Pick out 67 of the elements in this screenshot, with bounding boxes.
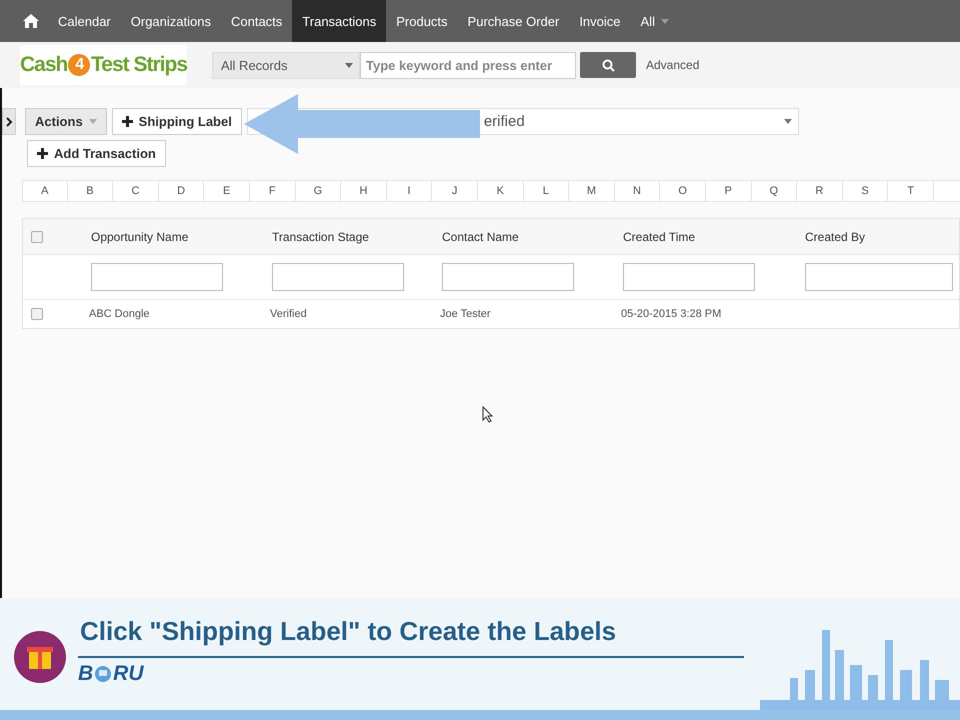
table-cell-text: ABC Dongle bbox=[88, 308, 151, 320]
advanced-link[interactable]: Advanced bbox=[646, 58, 700, 72]
alphabet-filter[interactable]: L bbox=[524, 180, 570, 202]
column-filter-field[interactable] bbox=[272, 263, 404, 291]
column-header[interactable]: Transaction Stage bbox=[252, 230, 422, 244]
gift-icon bbox=[14, 631, 66, 683]
select-all-checkbox[interactable] bbox=[31, 230, 43, 242]
alphabet-filter[interactable]: J bbox=[432, 180, 478, 202]
column-header[interactable]: Opportunity Name bbox=[71, 230, 252, 244]
column-header[interactable]: Contact Name bbox=[422, 230, 603, 244]
nav-tab[interactable]: Products bbox=[386, 0, 458, 42]
nav-tab[interactable]: Organizations bbox=[120, 0, 221, 42]
table-cell-text: Verified bbox=[269, 308, 308, 320]
brand-text: RU bbox=[113, 662, 144, 686]
column-header[interactable]: Created Time bbox=[603, 230, 785, 244]
alphabet-filter[interactable]: Q bbox=[752, 180, 798, 202]
nav-tab[interactable]: All bbox=[630, 0, 679, 42]
alphabet-filter[interactable]: M bbox=[569, 180, 615, 202]
nav-tab[interactable]: Invoice bbox=[569, 0, 631, 42]
column-filter-field[interactable] bbox=[805, 263, 953, 291]
sidebar-toggle[interactable] bbox=[2, 108, 16, 135]
caret-icon bbox=[660, 18, 669, 24]
alphabet-filter[interactable]: R bbox=[797, 180, 843, 202]
robot-icon bbox=[93, 663, 114, 685]
alphabet-filter[interactable]: D bbox=[158, 180, 204, 202]
nav-tab[interactable]: Purchase Order bbox=[458, 0, 570, 42]
alphabet-filter[interactable]: H bbox=[341, 180, 387, 202]
column-filter-field[interactable] bbox=[91, 263, 223, 291]
search-icon bbox=[602, 58, 614, 72]
cursor-icon bbox=[482, 406, 494, 423]
alphabet-filter[interactable]: S bbox=[842, 180, 888, 202]
shipping-label-button[interactable]: Shipping Label bbox=[112, 108, 242, 135]
alphabet-filter[interactable]: K bbox=[478, 180, 524, 202]
alphabet-filter[interactable]: A bbox=[22, 180, 68, 202]
alphabet-filter[interactable]: B bbox=[68, 180, 114, 202]
alphabet-filter[interactable]: C bbox=[113, 180, 159, 202]
chevron-icon bbox=[6, 116, 12, 126]
records-dropdown[interactable]: All Records bbox=[212, 52, 360, 78]
nav-tab[interactable]: Transactions bbox=[292, 0, 386, 42]
actions-dropdown[interactable]: Actions bbox=[25, 108, 107, 135]
table-cell-text: 05-20-2015 3:28 PM bbox=[620, 308, 722, 320]
column-filter-field[interactable] bbox=[442, 263, 574, 291]
alphabet-filter[interactable]: T bbox=[888, 180, 934, 202]
column-header[interactable]: Created By bbox=[785, 230, 959, 244]
alphabet-filter[interactable]: I bbox=[386, 180, 432, 202]
table-cell-text: Joe Tester bbox=[439, 308, 492, 320]
alphabet-filter[interactable]: N bbox=[614, 180, 660, 202]
alphabet-filter[interactable]: F bbox=[250, 180, 296, 202]
brand-text: B bbox=[78, 662, 94, 686]
alphabet-filter[interactable]: O bbox=[660, 180, 706, 202]
nav-tab[interactable]: Calendar bbox=[48, 0, 121, 42]
banner-title: Click "Shipping Label" to Create the Labels bbox=[79, 615, 618, 647]
logo: Cash 4 Test Strips bbox=[20, 45, 187, 85]
plus-icon bbox=[122, 116, 133, 127]
alphabet-filter[interactable]: E bbox=[204, 180, 250, 202]
column-filter-field[interactable] bbox=[623, 263, 755, 291]
nav-tab[interactable]: Contacts bbox=[220, 0, 292, 42]
caret-icon bbox=[345, 62, 353, 68]
caret-icon bbox=[88, 119, 97, 124]
alphabet-filter[interactable]: P bbox=[706, 180, 752, 202]
add-transaction-button[interactable]: Add Transaction bbox=[27, 140, 166, 167]
caret-icon bbox=[784, 119, 792, 124]
search-button[interactable] bbox=[580, 52, 636, 78]
alphabet-filter[interactable]: G bbox=[296, 180, 342, 202]
plus-icon bbox=[37, 148, 48, 159]
row-checkbox[interactable] bbox=[31, 308, 43, 320]
search-field[interactable]: Type keyword and press enter bbox=[360, 52, 576, 78]
